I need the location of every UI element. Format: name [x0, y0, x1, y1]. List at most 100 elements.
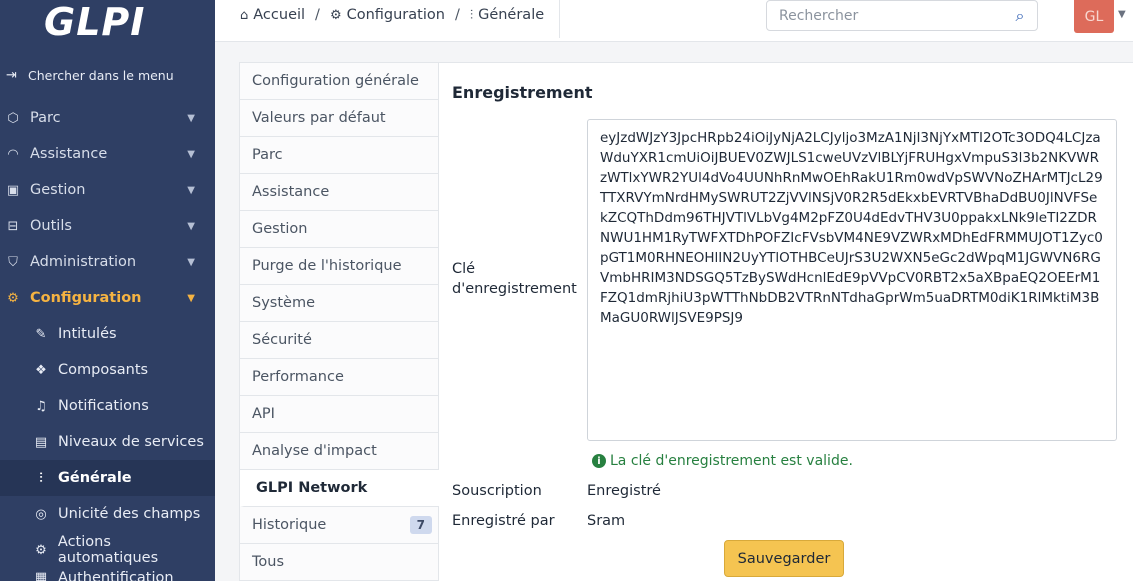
sidebar-subitem-generale[interactable]: ⫶ Générale: [0, 460, 215, 496]
chevron-down-icon: ▼: [187, 184, 195, 196]
sidebar-subitem-intitules[interactable]: ✎ Intitulés: [0, 316, 215, 352]
chevron-down-icon: ▼: [187, 148, 195, 160]
global-search[interactable]: ⌕: [766, 0, 1038, 31]
bell-icon: ♫: [35, 398, 47, 414]
tab-historique[interactable]: Historique 7: [240, 507, 438, 544]
tab-assistance[interactable]: Assistance: [240, 174, 438, 211]
sidebar-item-label: Administration: [30, 254, 137, 270]
breadcrumb-current-label: Générale: [478, 7, 545, 23]
save-button[interactable]: Sauvegarder: [724, 540, 844, 577]
breadcrumb-separator: /: [315, 7, 320, 23]
tab-gestion[interactable]: Gestion: [240, 211, 438, 248]
tab-label: Analyse d'impact: [252, 443, 377, 459]
breadcrumb-home[interactable]: ⌂ Accueil: [240, 7, 305, 23]
gear-icon: ⚙: [7, 290, 19, 306]
breadcrumb-home-label: Accueil: [253, 7, 306, 23]
tab-label: GLPI Network: [256, 480, 368, 496]
sidebar-item-label: Configuration: [30, 290, 142, 306]
gear-icon: ⚙: [329, 7, 342, 23]
search-menu-icon: ⇥: [6, 67, 17, 83]
sidebar-subitem-composants[interactable]: ❖ Composants: [0, 352, 215, 388]
sidebar-item-assistance[interactable]: ◠ Assistance ▼: [0, 136, 215, 172]
tab-label: Purge de l'historique: [252, 258, 402, 274]
validation-message-text: La clé d'enregistrement est valide.: [610, 453, 853, 469]
box-icon: ⬡: [7, 110, 19, 126]
sidebar-subitem-niveaux-de-services[interactable]: ▤ Niveaux de services: [0, 424, 215, 460]
tab-configuration-generale[interactable]: Configuration générale: [240, 63, 438, 100]
tab-label: Valeurs par défaut: [252, 110, 386, 126]
count-badge: 7: [409, 516, 432, 534]
home-icon: ⌂: [240, 7, 249, 23]
chevron-down-icon[interactable]: ▼: [1118, 9, 1126, 20]
subscription-value: Enregistré: [587, 483, 661, 499]
tab-parc[interactable]: Parc: [240, 137, 438, 174]
tab-label: Parc: [252, 147, 283, 163]
tab-performance[interactable]: Performance: [240, 359, 438, 396]
tab-securite[interactable]: Sécurité: [240, 322, 438, 359]
tab-label: Gestion: [252, 221, 308, 237]
chevron-down-icon: ▼: [187, 112, 195, 124]
breadcrumb-configuration-label: Configuration: [346, 7, 445, 23]
search-icon[interactable]: ⌕: [1003, 6, 1037, 26]
registration-key-field[interactable]: eyJzdWJzY3JpcHRpb24iOiJyNjA2LCJyljo3MzA1…: [587, 119, 1117, 441]
glpi-logo[interactable]: GLPI: [0, 0, 215, 50]
fingerprint-icon: ◎: [35, 506, 47, 522]
tab-tous[interactable]: Tous: [240, 544, 438, 581]
sidebar-item-parc[interactable]: ⬡ Parc ▼: [0, 100, 215, 136]
sidebar-subitem-label: Notifications: [58, 398, 149, 414]
sidebar-subitem-actions-automatiques[interactable]: ⚙ Actions automatiques: [0, 532, 215, 568]
chevron-down-icon: ▼: [187, 256, 195, 268]
tab-valeurs-par-defaut[interactable]: Valeurs par défaut: [240, 100, 438, 137]
avatar[interactable]: GL: [1074, 0, 1114, 33]
breadcrumb: ⌂ Accueil / ⚙ Configuration / ⫶ Générale: [240, 0, 544, 30]
tab-label: Historique: [252, 517, 327, 533]
cog-icon: ⚙: [35, 542, 47, 558]
sidebar-subitem-label: Intitulés: [58, 326, 117, 342]
sidebar-item-label: Outils: [30, 218, 72, 234]
tab-analyse-impact[interactable]: Analyse d'impact: [240, 433, 438, 470]
sidebar-subitem-label: Générale: [58, 470, 132, 486]
tab-purge-historique[interactable]: Purge de l'historique: [240, 248, 438, 285]
components-icon: ❖: [35, 362, 47, 378]
panel-title: Enregistrement: [452, 83, 593, 102]
sidebar-item-label: Parc: [30, 110, 61, 126]
sidebar-subitem-label: Unicité des champs: [58, 506, 201, 522]
tab-label: Assistance: [252, 184, 330, 200]
sidebar-subitem-label: Composants: [58, 362, 149, 378]
shield-icon: ⛉: [8, 254, 18, 270]
subscription-label: Souscription: [452, 483, 542, 499]
tab-label: Tous: [252, 554, 285, 570]
sidebar-subitem-authentification[interactable]: ▦ Authentification: [0, 568, 215, 581]
sidebar: GLPI ⇥ Chercher dans le menu ⬡ Parc ▼ ◠ …: [0, 0, 215, 581]
wallet-icon: ▣: [6, 182, 20, 198]
main-content: Configuration générale Valeurs par défau…: [239, 62, 1133, 581]
tab-label: Sécurité: [252, 332, 312, 348]
registered-by-label: Enregistré par: [452, 513, 555, 529]
tab-label: API: [252, 406, 275, 422]
clipboard-icon: ▤: [34, 434, 48, 450]
topbar: ⌂ Accueil / ⚙ Configuration / ⫶ Générale…: [215, 0, 1133, 42]
tab-label: Performance: [252, 369, 344, 385]
chevron-down-icon: ▼: [187, 220, 195, 232]
sidebar-search-menu[interactable]: ⇥ Chercher dans le menu: [0, 50, 215, 100]
registration-key-label: Clé d'enregistrement: [452, 261, 577, 297]
tab-systeme[interactable]: Système: [240, 285, 438, 322]
config-tabs: Configuration générale Valeurs par défau…: [240, 63, 439, 581]
sidebar-subitem-unicite-des-champs[interactable]: ◎ Unicité des champs: [0, 496, 215, 532]
registered-by-value: Sram: [587, 513, 626, 529]
search-input[interactable]: [779, 7, 1003, 24]
sidebar-item-gestion[interactable]: ▣ Gestion ▼: [0, 172, 215, 208]
sidebar-item-administration[interactable]: ⛉ Administration ▼: [0, 244, 215, 280]
sidebar-item-outils[interactable]: ⊟ Outils ▼: [0, 208, 215, 244]
sliders-icon: ⫶: [469, 7, 474, 23]
breadcrumb-configuration[interactable]: ⚙ Configuration: [330, 7, 445, 23]
breadcrumb-current[interactable]: ⫶ Générale: [470, 7, 544, 23]
tab-glpi-network[interactable]: GLPI Network: [240, 470, 439, 507]
headset-icon: ◠: [7, 146, 19, 162]
info-icon: i: [592, 454, 606, 468]
sidebar-subitem-label: Authentification: [58, 570, 174, 581]
sidebar-search-label: Chercher dans le menu: [28, 67, 174, 83]
sidebar-item-configuration[interactable]: ⚙ Configuration ▼: [0, 280, 215, 316]
sidebar-subitem-notifications[interactable]: ♫ Notifications: [0, 388, 215, 424]
tab-api[interactable]: API: [240, 396, 438, 433]
